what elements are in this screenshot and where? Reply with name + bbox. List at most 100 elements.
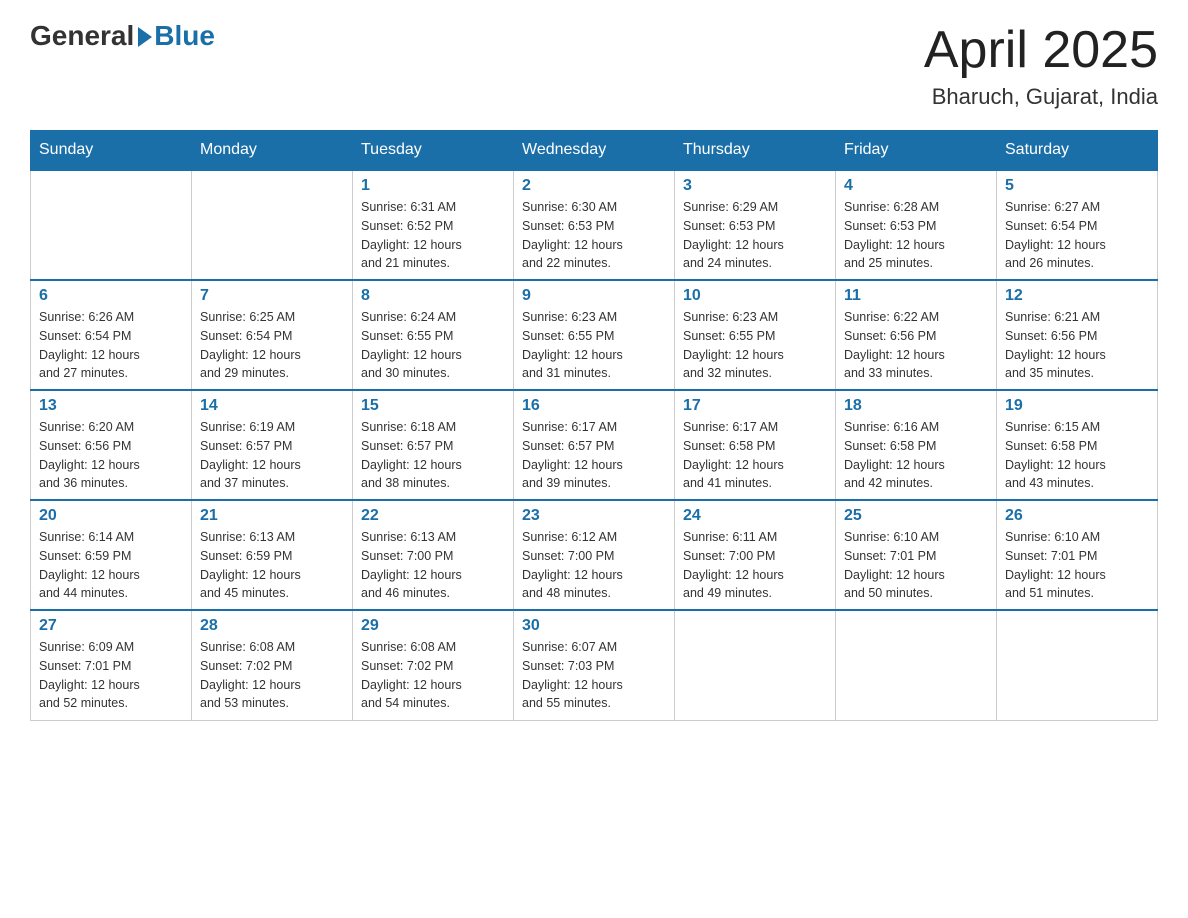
- calendar-header-row: SundayMondayTuesdayWednesdayThursdayFrid…: [31, 131, 1158, 171]
- calendar-week-row: 27 Sunrise: 6:09 AMSunset: 7:01 PMDayligh…: [31, 610, 1158, 720]
- calendar-day-cell: 1 Sunrise: 6:31 AMSunset: 6:52 PMDaylight…: [353, 170, 514, 280]
- logo-general-text: General: [30, 20, 134, 52]
- calendar-day-cell: [997, 610, 1158, 720]
- day-number: 6: [39, 287, 183, 305]
- day-info: Sunrise: 6:25 AMSunset: 6:54 PMDaylight:…: [200, 308, 344, 383]
- calendar-week-row: 20 Sunrise: 6:14 AMSunset: 6:59 PMDayligh…: [31, 500, 1158, 610]
- calendar-day-cell: 21 Sunrise: 6:13 AMSunset: 6:59 PMDayligh…: [192, 500, 353, 610]
- day-info: Sunrise: 6:27 AMSunset: 6:54 PMDaylight:…: [1005, 198, 1149, 273]
- calendar-day-cell: 20 Sunrise: 6:14 AMSunset: 6:59 PMDayligh…: [31, 500, 192, 610]
- calendar-day-cell: 8Sunrise: 6:24 AMSunset: 6:55 PMDaylight…: [353, 280, 514, 390]
- day-number: 24: [683, 507, 827, 525]
- calendar-day-cell: 24 Sunrise: 6:11 AMSunset: 7:00 PMDayligh…: [675, 500, 836, 610]
- day-info: Sunrise: 6:16 AMSunset: 6:58 PMDaylight:…: [844, 418, 988, 493]
- day-number: 7: [200, 287, 344, 305]
- month-title: April 2025: [924, 20, 1158, 80]
- calendar-day-header: Friday: [836, 131, 997, 171]
- calendar-day-cell: 14 Sunrise: 6:19 AMSunset: 6:57 PMDayligh…: [192, 390, 353, 500]
- calendar-day-cell: 10Sunrise: 6:23 AMSunset: 6:55 PMDayligh…: [675, 280, 836, 390]
- calendar-day-cell: 25Sunrise: 6:10 AMSunset: 7:01 PMDayligh…: [836, 500, 997, 610]
- calendar-day-cell: 18 Sunrise: 6:16 AMSunset: 6:58 PMDayligh…: [836, 390, 997, 500]
- calendar-day-cell: 28Sunrise: 6:08 AMSunset: 7:02 PMDayligh…: [192, 610, 353, 720]
- calendar-day-cell: [675, 610, 836, 720]
- day-info: Sunrise: 6:14 AMSunset: 6:59 PMDaylight:…: [39, 528, 183, 603]
- day-info: Sunrise: 6:22 AMSunset: 6:56 PMDaylight:…: [844, 308, 988, 383]
- day-number: 21: [200, 507, 344, 525]
- calendar-day-header: Wednesday: [514, 131, 675, 171]
- calendar-day-cell: 4 Sunrise: 6:28 AMSunset: 6:53 PMDaylight…: [836, 170, 997, 280]
- calendar-day-cell: 5 Sunrise: 6:27 AMSunset: 6:54 PMDaylight…: [997, 170, 1158, 280]
- day-info: Sunrise: 6:28 AMSunset: 6:53 PMDaylight:…: [844, 198, 988, 273]
- day-number: 23: [522, 507, 666, 525]
- calendar-day-cell: 22 Sunrise: 6:13 AMSunset: 7:00 PMDayligh…: [353, 500, 514, 610]
- calendar-day-cell: 23 Sunrise: 6:12 AMSunset: 7:00 PMDayligh…: [514, 500, 675, 610]
- calendar-day-cell: [31, 170, 192, 280]
- calendar-day-cell: 11Sunrise: 6:22 AMSunset: 6:56 PMDayligh…: [836, 280, 997, 390]
- calendar-day-cell: 9Sunrise: 6:23 AMSunset: 6:55 PMDaylight…: [514, 280, 675, 390]
- day-info: Sunrise: 6:08 AMSunset: 7:02 PMDaylight:…: [200, 638, 344, 713]
- calendar-day-header: Saturday: [997, 131, 1158, 171]
- day-info: Sunrise: 6:23 AMSunset: 6:55 PMDaylight:…: [683, 308, 827, 383]
- calendar-day-header: Thursday: [675, 131, 836, 171]
- day-info: Sunrise: 6:17 AMSunset: 6:57 PMDaylight:…: [522, 418, 666, 493]
- day-number: 4: [844, 177, 988, 195]
- day-info: Sunrise: 6:15 AMSunset: 6:58 PMDaylight:…: [1005, 418, 1149, 493]
- calendar-table: SundayMondayTuesdayWednesdayThursdayFrid…: [30, 130, 1158, 721]
- calendar-day-cell: [836, 610, 997, 720]
- calendar-day-cell: 15Sunrise: 6:18 AMSunset: 6:57 PMDayligh…: [353, 390, 514, 500]
- calendar-day-cell: 3 Sunrise: 6:29 AMSunset: 6:53 PMDaylight…: [675, 170, 836, 280]
- calendar-day-cell: 19 Sunrise: 6:15 AMSunset: 6:58 PMDayligh…: [997, 390, 1158, 500]
- day-number: 14: [200, 397, 344, 415]
- calendar-day-header: Monday: [192, 131, 353, 171]
- day-number: 15: [361, 397, 505, 415]
- day-info: Sunrise: 6:31 AMSunset: 6:52 PMDaylight:…: [361, 198, 505, 273]
- day-info: Sunrise: 6:13 AMSunset: 6:59 PMDaylight:…: [200, 528, 344, 603]
- day-number: 17: [683, 397, 827, 415]
- day-info: Sunrise: 6:09 AMSunset: 7:01 PMDaylight:…: [39, 638, 183, 713]
- day-number: 9: [522, 287, 666, 305]
- day-info: Sunrise: 6:10 AMSunset: 7:01 PMDaylight:…: [1005, 528, 1149, 603]
- day-info: Sunrise: 6:13 AMSunset: 7:00 PMDaylight:…: [361, 528, 505, 603]
- calendar-day-cell: [192, 170, 353, 280]
- day-info: Sunrise: 6:17 AMSunset: 6:58 PMDaylight:…: [683, 418, 827, 493]
- day-info: Sunrise: 6:07 AMSunset: 7:03 PMDaylight:…: [522, 638, 666, 713]
- location-text: Bharuch, Gujarat, India: [924, 84, 1158, 110]
- day-number: 2: [522, 177, 666, 195]
- day-info: Sunrise: 6:26 AMSunset: 6:54 PMDaylight:…: [39, 308, 183, 383]
- page-header: General Blue April 2025 Bharuch, Gujarat…: [30, 20, 1158, 110]
- day-number: 22: [361, 507, 505, 525]
- calendar-day-cell: 16 Sunrise: 6:17 AMSunset: 6:57 PMDayligh…: [514, 390, 675, 500]
- day-number: 12: [1005, 287, 1149, 305]
- day-number: 1: [361, 177, 505, 195]
- day-info: Sunrise: 6:21 AMSunset: 6:56 PMDaylight:…: [1005, 308, 1149, 383]
- logo: General Blue: [30, 20, 215, 52]
- calendar-day-cell: 6 Sunrise: 6:26 AMSunset: 6:54 PMDaylight…: [31, 280, 192, 390]
- day-number: 19: [1005, 397, 1149, 415]
- calendar-day-cell: 30 Sunrise: 6:07 AMSunset: 7:03 PMDayligh…: [514, 610, 675, 720]
- day-number: 5: [1005, 177, 1149, 195]
- day-info: Sunrise: 6:20 AMSunset: 6:56 PMDaylight:…: [39, 418, 183, 493]
- day-number: 27: [39, 617, 183, 635]
- calendar-week-row: 6 Sunrise: 6:26 AMSunset: 6:54 PMDaylight…: [31, 280, 1158, 390]
- day-info: Sunrise: 6:19 AMSunset: 6:57 PMDaylight:…: [200, 418, 344, 493]
- day-number: 30: [522, 617, 666, 635]
- calendar-day-header: Sunday: [31, 131, 192, 171]
- day-info: Sunrise: 6:11 AMSunset: 7:00 PMDaylight:…: [683, 528, 827, 603]
- calendar-day-cell: 26Sunrise: 6:10 AMSunset: 7:01 PMDayligh…: [997, 500, 1158, 610]
- calendar-day-cell: 17 Sunrise: 6:17 AMSunset: 6:58 PMDayligh…: [675, 390, 836, 500]
- day-number: 20: [39, 507, 183, 525]
- day-number: 16: [522, 397, 666, 415]
- day-info: Sunrise: 6:29 AMSunset: 6:53 PMDaylight:…: [683, 198, 827, 273]
- calendar-day-cell: 12 Sunrise: 6:21 AMSunset: 6:56 PMDayligh…: [997, 280, 1158, 390]
- calendar-day-cell: 13 Sunrise: 6:20 AMSunset: 6:56 PMDayligh…: [31, 390, 192, 500]
- day-info: Sunrise: 6:24 AMSunset: 6:55 PMDaylight:…: [361, 308, 505, 383]
- day-number: 13: [39, 397, 183, 415]
- day-number: 3: [683, 177, 827, 195]
- day-info: Sunrise: 6:12 AMSunset: 7:00 PMDaylight:…: [522, 528, 666, 603]
- calendar-day-header: Tuesday: [353, 131, 514, 171]
- calendar-day-cell: 2Sunrise: 6:30 AMSunset: 6:53 PMDaylight…: [514, 170, 675, 280]
- logo-blue-text: Blue: [154, 20, 215, 52]
- calendar-week-row: 1 Sunrise: 6:31 AMSunset: 6:52 PMDaylight…: [31, 170, 1158, 280]
- day-number: 18: [844, 397, 988, 415]
- day-number: 25: [844, 507, 988, 525]
